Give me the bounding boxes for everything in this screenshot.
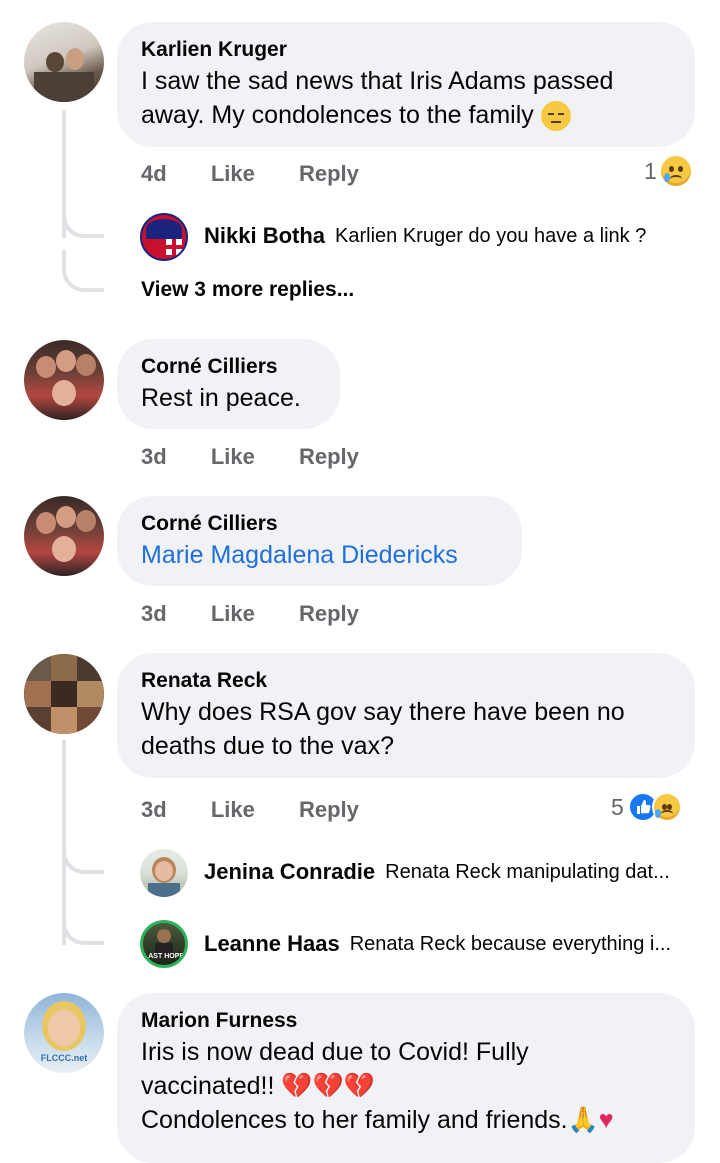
comment-text: Why does RSA gov say there have been no: [141, 698, 625, 726]
timestamp: 4d: [141, 161, 167, 186]
comment-text: Iris is now dead due to Covid! Fully: [141, 1038, 529, 1066]
avatar[interactable]: [24, 22, 104, 102]
comment-text: vaccinated!! 💔💔💔: [141, 1072, 375, 1100]
avatar[interactable]: [140, 849, 188, 897]
reaction-count: 1: [644, 157, 657, 184]
avatar[interactable]: [24, 654, 104, 734]
reply-item: Leanne Haas Renata Reck because everythi…: [204, 931, 671, 957]
broken-heart-icon: 💔💔💔: [281, 1072, 375, 1100]
comment-author[interactable]: Marion Furness: [141, 1007, 671, 1035]
reply-author[interactable]: Jenina Conradie: [204, 859, 375, 885]
like-button[interactable]: Like: [211, 797, 255, 822]
reaction-summary[interactable]: 1: [644, 156, 691, 186]
praying-hands-icon: 🙏: [567, 1106, 599, 1134]
comment-bubble: Corné Cilliers Marie Magdalena Diederick…: [117, 496, 522, 586]
thread-connector: [62, 836, 104, 874]
mention-link[interactable]: Marie Magdalena Diedericks: [141, 538, 498, 572]
like-button[interactable]: Like: [211, 161, 255, 186]
reply-text[interactable]: Renata Reck because everything i...: [350, 933, 671, 956]
avatar-caption: LAST HOPE: [143, 953, 185, 960]
comment-bubble: Corné Cilliers Rest in peace.: [117, 339, 340, 429]
pensive-emoji-icon: [540, 101, 571, 132]
avatar[interactable]: FLCCC.net: [24, 993, 104, 1073]
reply-author[interactable]: Leanne Haas: [204, 931, 340, 957]
comment-author[interactable]: Corné Cilliers: [141, 353, 316, 381]
reply-button[interactable]: Reply: [299, 601, 359, 626]
reaction-count: 5: [611, 793, 624, 820]
comment-bubble: Karlien Kruger I saw the sad news that I…: [117, 22, 695, 147]
comment-author[interactable]: Karlien Kruger: [141, 36, 671, 64]
timestamp: 3d: [141, 797, 167, 822]
comment-actions: 3d Like Reply: [141, 444, 397, 470]
comment-text: Condolences to her family and friends.🙏♥: [141, 1106, 614, 1134]
comment-author[interactable]: Corné Cilliers: [141, 510, 498, 538]
like-button[interactable]: Like: [211, 601, 255, 626]
reply-text[interactable]: Renata Reck manipulating dat...: [385, 861, 670, 884]
comment-text: Rest in peace.: [141, 384, 301, 412]
avatar[interactable]: [140, 213, 188, 261]
reply-item: Nikki Botha Karlien Kruger do you have a…: [204, 223, 646, 249]
avatar-caption: FLCCC.net: [40, 1053, 88, 1063]
avatar[interactable]: [24, 496, 104, 576]
avatar[interactable]: LAST HOPE: [140, 920, 188, 968]
reply-button[interactable]: Reply: [299, 161, 359, 186]
thread-connector: [62, 250, 104, 292]
comment-author[interactable]: Renata Reck: [141, 667, 671, 695]
reply-button[interactable]: Reply: [299, 444, 359, 469]
view-more-replies[interactable]: View 3 more replies...: [141, 278, 354, 302]
reply-item: Jenina Conradie Renata Reck manipulating…: [204, 859, 670, 885]
comment-actions: 4d Like Reply: [141, 161, 397, 187]
timestamp: 3d: [141, 601, 167, 626]
reaction-summary[interactable]: 5: [611, 792, 682, 822]
like-button[interactable]: Like: [211, 444, 255, 469]
comment-bubble: Marion Furness Iris is now dead due to C…: [117, 993, 695, 1163]
comment-bubble: Renata Reck Why does RSA gov say there h…: [117, 653, 695, 778]
comment-actions: 3d Like Reply: [141, 601, 397, 627]
reply-author[interactable]: Nikki Botha: [204, 223, 325, 249]
sad-reaction-icon: [660, 156, 691, 186]
timestamp: 3d: [141, 444, 167, 469]
sad-reaction-icon: [651, 792, 682, 822]
comment-text: I saw the sad news that Iris Adams passe…: [141, 67, 614, 95]
thread-connector: [62, 905, 104, 945]
thread-connector: [62, 200, 104, 238]
comment-text: deaths due to the vax?: [141, 732, 394, 760]
comment-text: away. My condolences to the family: [141, 98, 671, 132]
comment-actions: 3d Like Reply: [141, 797, 397, 823]
reply-button[interactable]: Reply: [299, 797, 359, 822]
reply-text[interactable]: Karlien Kruger do you have a link ?: [335, 225, 646, 248]
avatar[interactable]: [24, 340, 104, 420]
heart-icon: ♥: [598, 1106, 614, 1134]
